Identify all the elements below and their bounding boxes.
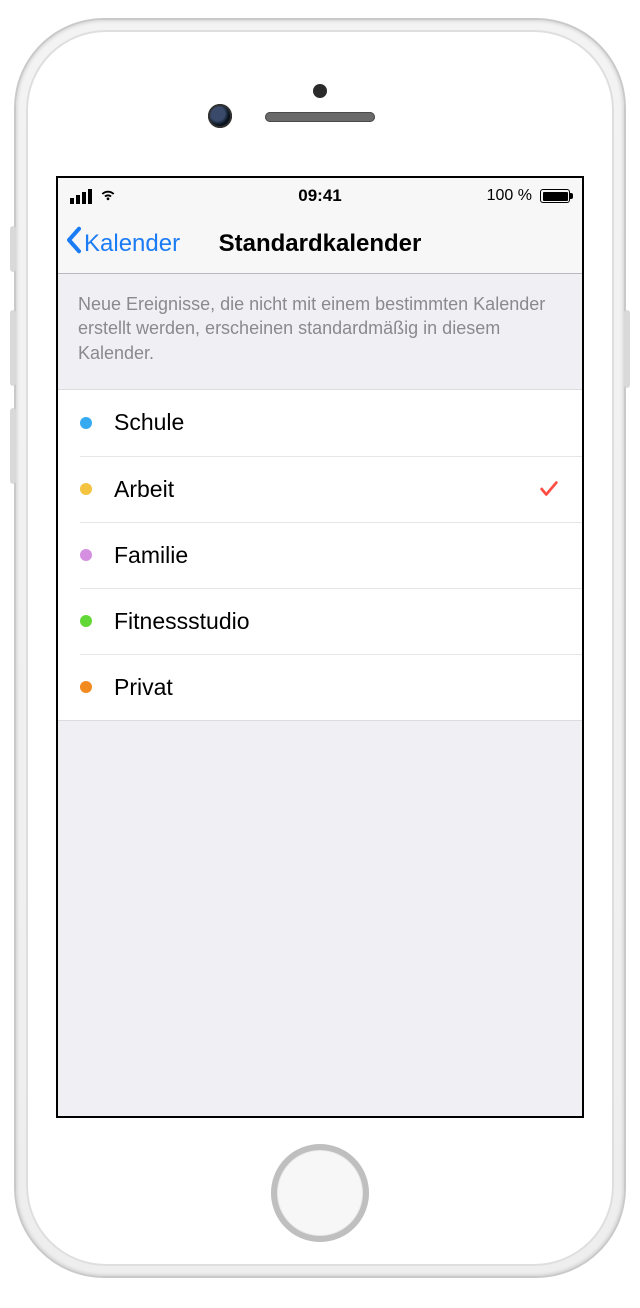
calendar-row-label: Privat (114, 674, 560, 701)
screen: 09:41 100 % Kalender Standardkalender Ne… (56, 176, 584, 1118)
calendar-row-label: Arbeit (114, 476, 538, 503)
battery-icon (540, 189, 570, 203)
wifi-icon (98, 184, 118, 209)
iphone-device-frame: 09:41 100 % Kalender Standardkalender Ne… (16, 20, 624, 1276)
calendar-row-label: Familie (114, 542, 560, 569)
checkmark-icon (538, 478, 560, 500)
proximity-sensor (313, 84, 327, 98)
calendar-row[interactable]: Schule (58, 390, 582, 456)
earpiece-speaker (265, 112, 375, 122)
calendar-row[interactable]: Fitnessstudio (80, 588, 582, 654)
battery-percentage: 100 % (487, 187, 532, 205)
calendar-row[interactable]: Privat (80, 654, 582, 720)
power-button (624, 310, 630, 388)
volume-up-button (10, 310, 16, 386)
front-camera (208, 104, 232, 128)
chevron-left-icon (64, 225, 84, 262)
section-description: Neue Ereignisse, die nicht mit einem bes… (58, 274, 582, 389)
calendar-row-label: Fitnessstudio (114, 608, 560, 635)
home-button[interactable] (271, 1144, 369, 1242)
calendar-color-dot (80, 483, 92, 495)
mute-switch (10, 226, 16, 272)
calendar-row[interactable]: Arbeit (80, 456, 582, 522)
back-button[interactable]: Kalender (58, 225, 180, 262)
volume-down-button (10, 408, 16, 484)
back-button-label: Kalender (84, 230, 180, 258)
calendar-list: Schule Arbeit Familie Fitnessstudio Privat (58, 389, 582, 721)
calendar-row[interactable]: Familie (80, 522, 582, 588)
calendar-color-dot (80, 615, 92, 627)
cellular-signal-icon (70, 189, 92, 204)
calendar-color-dot (80, 417, 92, 429)
calendar-color-dot (80, 549, 92, 561)
navigation-bar: Kalender Standardkalender (58, 214, 582, 274)
calendar-color-dot (80, 681, 92, 693)
status-bar: 09:41 100 % (58, 178, 582, 214)
calendar-row-label: Schule (114, 409, 560, 436)
